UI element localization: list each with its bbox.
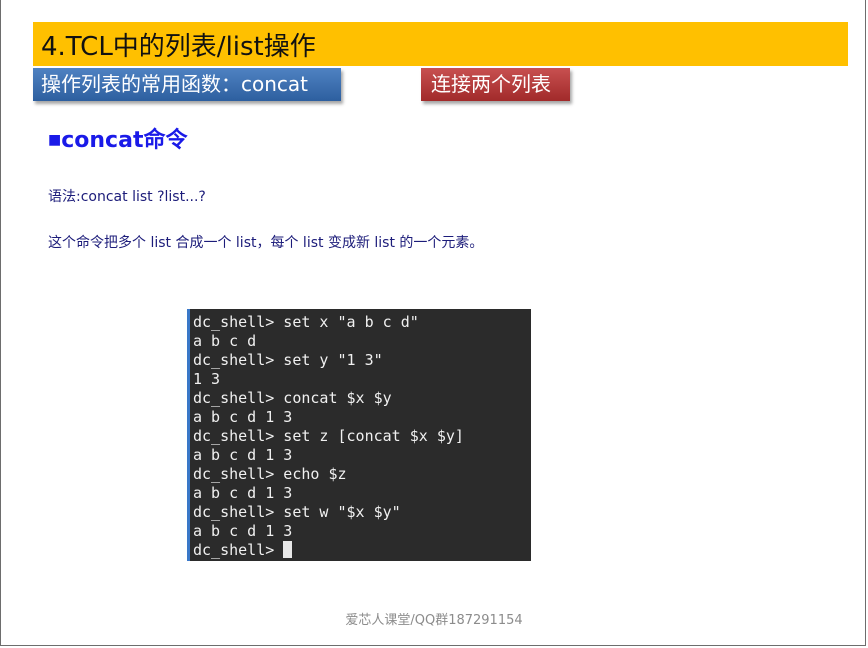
terminal-line: dc_shell> echo $z xyxy=(193,465,347,483)
square-bullet-icon: ■ xyxy=(48,132,62,148)
terminal-line: dc_shell> concat $x $y xyxy=(193,389,392,407)
terminal-line: dc_shell> set x "a b c d" xyxy=(193,313,419,331)
terminal-line: dc_shell> set y "1 3" xyxy=(193,351,383,369)
terminal-screenshot: dc_shell> set x "a b c d" a b c d dc_she… xyxy=(187,309,531,561)
terminal-line: a b c d 1 3 xyxy=(193,484,293,502)
terminal-line: a b c d xyxy=(193,332,257,350)
subtitle-functions: 操作列表的常用函数：concat xyxy=(33,68,341,101)
section-heading-text: concat命令 xyxy=(61,128,188,153)
terminal-line: dc_shell> set w "$x $y" xyxy=(193,503,401,521)
terminal-prompt: dc_shell> xyxy=(193,541,284,559)
slide-footer: 爱芯人课堂/QQ群187291154 xyxy=(345,613,523,628)
syntax-line: 语法:concat list ?list...? xyxy=(48,189,206,205)
slide-title: 4.TCL中的列表/list操作 xyxy=(41,32,316,62)
subtitle-concat-desc: 连接两个列表 xyxy=(421,68,570,101)
title-bar: 4.TCL中的列表/list操作 xyxy=(33,22,848,66)
description-line: 这个命令把多个 list 合成一个 list，每个 list 变成新 list … xyxy=(48,235,484,251)
section-heading: ■concat命令 xyxy=(48,122,187,154)
terminal-cursor xyxy=(283,541,293,558)
terminal-prompt-line: dc_shell> xyxy=(193,541,293,560)
terminal-line: 1 3 xyxy=(193,370,221,388)
terminal-line: dc_shell> set z [concat $x $y] xyxy=(193,427,464,445)
terminal-line: a b c d 1 3 xyxy=(193,446,293,464)
terminal-line: a b c d 1 3 xyxy=(193,522,293,540)
terminal-line: a b c d 1 3 xyxy=(193,408,293,426)
